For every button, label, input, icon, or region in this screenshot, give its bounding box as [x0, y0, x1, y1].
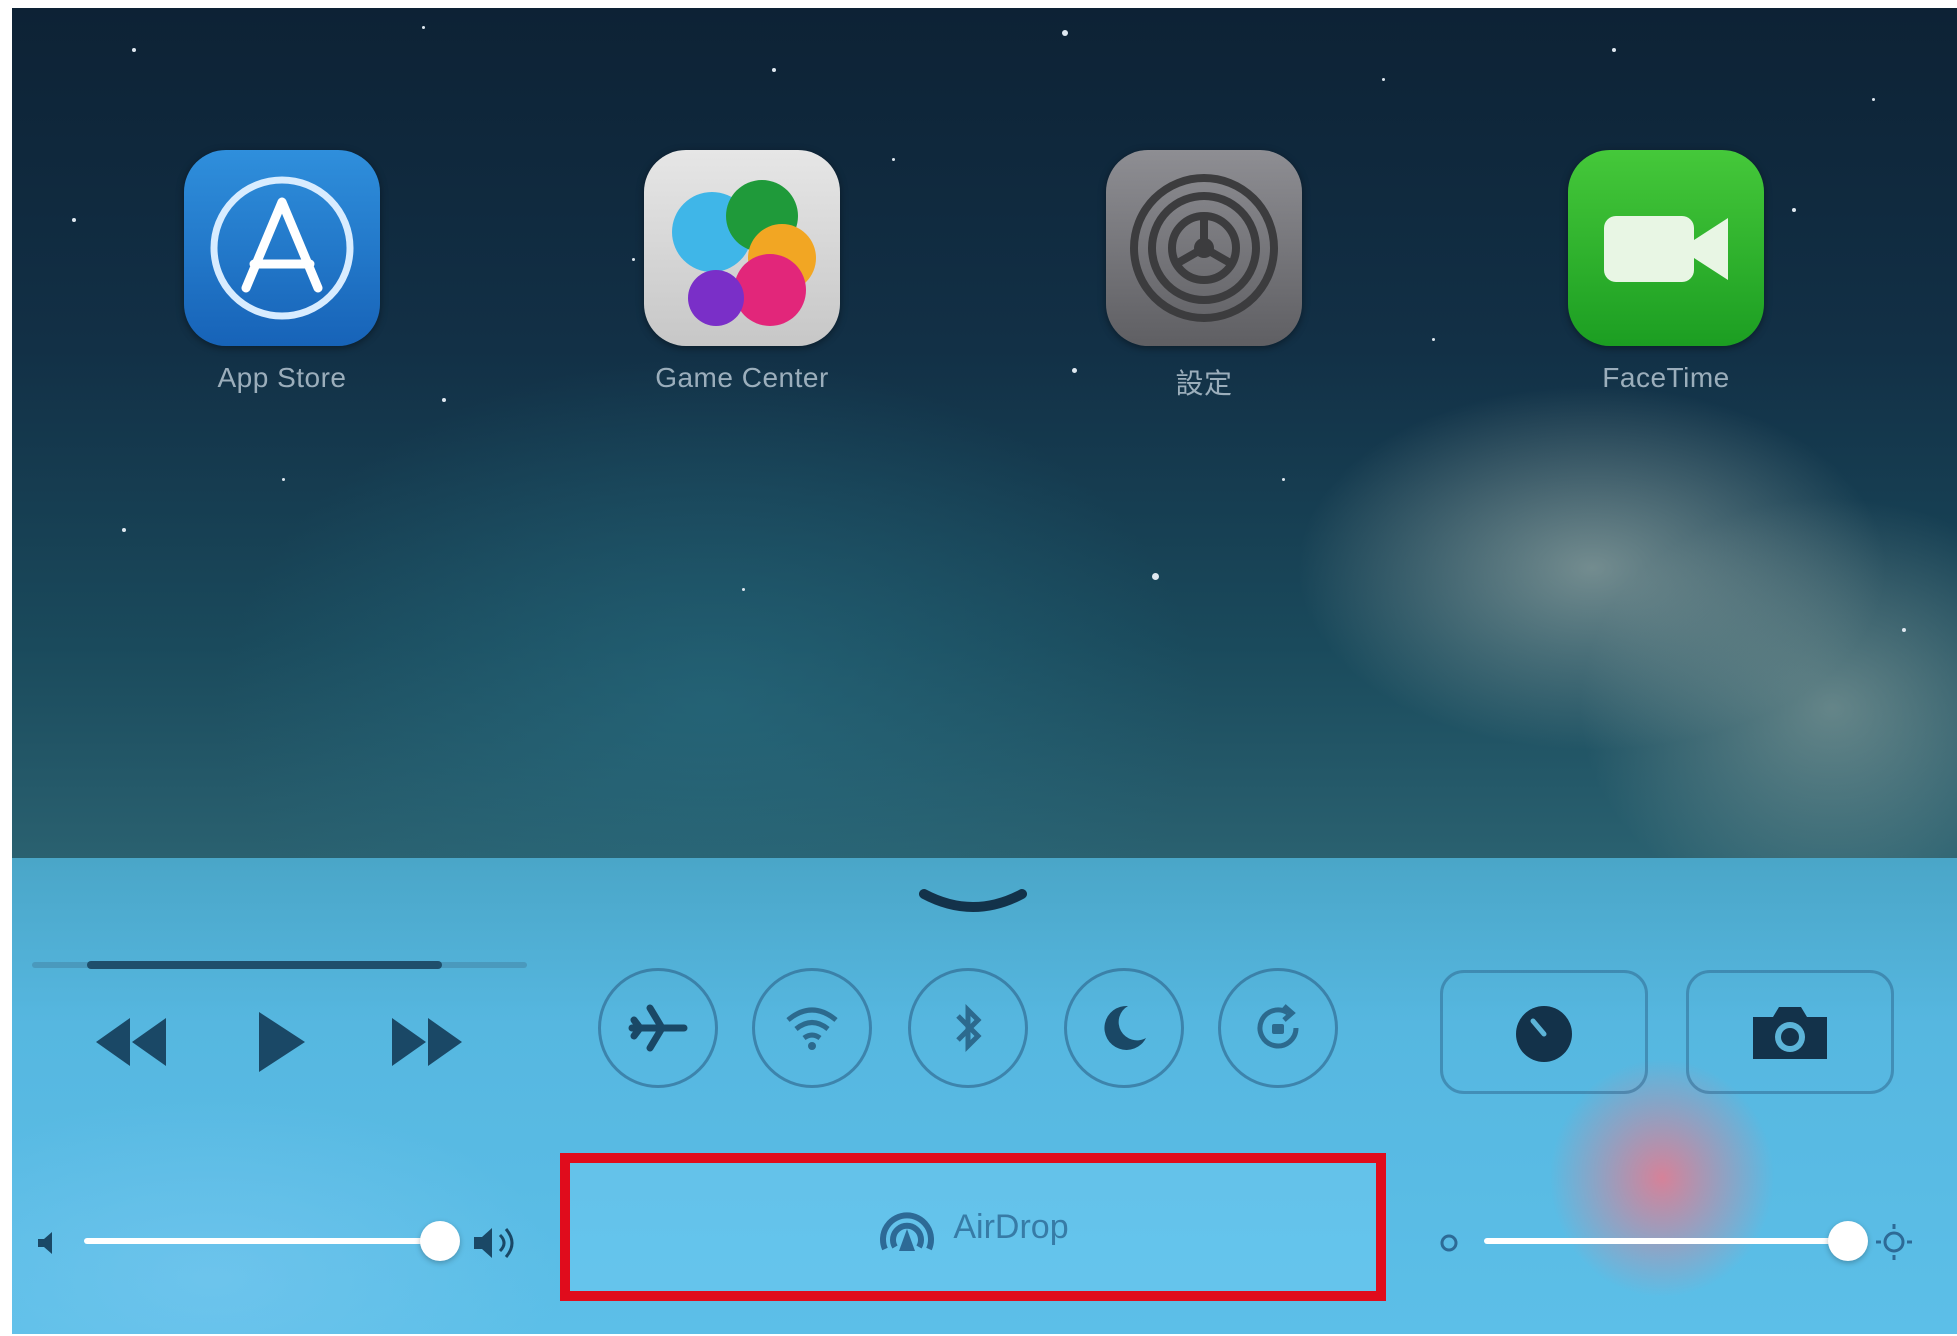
volume-slider[interactable]	[84, 1238, 444, 1244]
app-store-icon	[184, 150, 380, 346]
app-label: 設定	[1175, 368, 1233, 399]
do-not-disturb-icon	[1104, 1005, 1146, 1050]
rewind-icon[interactable]	[86, 1006, 176, 1076]
rotation-lock-icon	[1257, 1004, 1299, 1049]
camera-icon	[1753, 1007, 1827, 1059]
home-wallpaper	[12, 8, 1957, 858]
wifi-toggle[interactable]	[752, 968, 872, 1088]
app-label: Game Center	[655, 362, 829, 393]
fast-forward-icon[interactable]	[382, 1006, 472, 1076]
brightness-slider[interactable]	[1484, 1238, 1849, 1244]
bluetooth-toggle[interactable]	[908, 968, 1028, 1088]
brightness-low-icon	[1440, 1234, 1458, 1252]
timer-button[interactable]	[1440, 970, 1648, 1094]
do-not-disturb-toggle[interactable]	[1064, 968, 1184, 1088]
facetime-app[interactable]: FaceTime	[1556, 150, 1776, 394]
airplane-mode-icon	[628, 1004, 688, 1052]
brightness-slider-thumb[interactable]	[1828, 1221, 1868, 1261]
timer-icon	[1516, 1006, 1572, 1062]
volume-slider-thumb[interactable]	[420, 1221, 460, 1261]
brightness-high-icon	[1876, 1224, 1912, 1260]
app-label: FaceTime	[1602, 362, 1730, 393]
ipad-screen: App Store Game Center 設定 FaceTime AirDro…	[12, 8, 1957, 1334]
app-store-app[interactable]: App Store	[172, 150, 392, 394]
wifi-icon	[786, 1007, 838, 1050]
settings-icon	[1106, 150, 1302, 346]
settings-app[interactable]: 設定	[1094, 150, 1314, 402]
rotation-lock-toggle[interactable]	[1218, 968, 1338, 1088]
volume-low-icon	[38, 1232, 52, 1254]
airdrop-label: AirDrop	[953, 1207, 1069, 1246]
facetime-icon	[1568, 150, 1764, 346]
game-center-app[interactable]: Game Center	[632, 150, 852, 394]
airdrop-icon	[880, 1212, 935, 1251]
airdrop-button[interactable]: AirDrop	[560, 1153, 1386, 1301]
bluetooth-icon	[956, 1003, 982, 1053]
media-progress-fill	[87, 961, 442, 969]
play-icon[interactable]	[237, 1006, 327, 1076]
game-center-icon	[644, 150, 840, 346]
control-center: AirDrop	[12, 858, 1957, 1334]
camera-button[interactable]	[1686, 970, 1894, 1094]
app-label: App Store	[217, 362, 347, 393]
chevron-down-icon[interactable]	[918, 886, 1028, 918]
airplane-mode-toggle[interactable]	[598, 968, 718, 1088]
volume-high-icon	[474, 1228, 514, 1258]
